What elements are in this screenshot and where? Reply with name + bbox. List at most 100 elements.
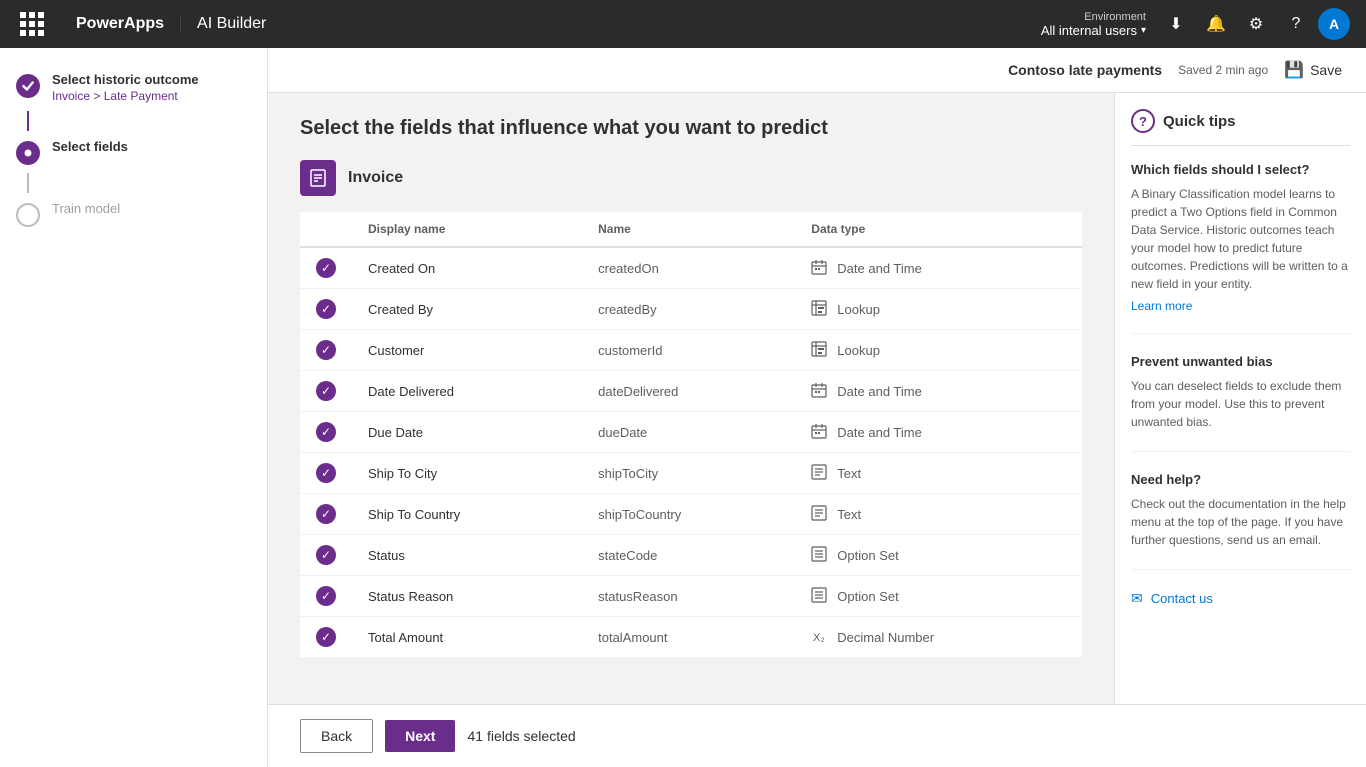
datatype-label: Date and Time [837, 384, 922, 399]
avatar[interactable]: A [1318, 8, 1350, 40]
top-navigation: PowerApps AI Builder Environment All int… [0, 0, 1366, 48]
datatype-label: Lookup [837, 302, 880, 317]
table-row[interactable]: ✓ Ship To Country shipToCountry Text [300, 494, 1082, 535]
step-2[interactable]: Select fields [0, 131, 267, 173]
row-display-name: Status Reason [352, 576, 582, 617]
footer: Back Next 41 fields selected [268, 704, 1366, 767]
waffle-menu[interactable] [12, 4, 52, 44]
datatype-icon [811, 464, 829, 483]
check-icon: ✓ [316, 586, 336, 606]
quick-tips-panel: ? Quick tips Which fields should I selec… [1114, 93, 1366, 704]
next-button[interactable]: Next [385, 720, 455, 752]
learn-more-link[interactable]: Learn more [1131, 299, 1350, 313]
back-button[interactable]: Back [300, 719, 373, 753]
download-icon[interactable]: ⬇ [1158, 6, 1194, 42]
datatype-label: Lookup [837, 343, 880, 358]
question-icon: ? [1131, 109, 1155, 133]
environment-selector[interactable]: Environment All internal users ▾ [1033, 11, 1154, 38]
save-label: Save [1310, 62, 1342, 78]
row-data-type: Option Set [795, 535, 1082, 576]
row-data-type: Date and Time [795, 412, 1082, 453]
step-1-link-latepayment[interactable]: Late Payment [104, 89, 178, 103]
settings-icon[interactable]: ⚙ [1238, 6, 1274, 42]
save-button[interactable]: 💾 Save [1284, 60, 1342, 80]
table-row[interactable]: ✓ Created By createdBy Lookup [300, 289, 1082, 330]
table-row[interactable]: ✓ Due Date dueDate Date and Time [300, 412, 1082, 453]
row-data-type: X₂ Decimal Number [795, 617, 1082, 658]
row-data-type: Text [795, 453, 1082, 494]
row-name: stateCode [582, 535, 795, 576]
invoice-icon [300, 160, 336, 196]
col-display-name: Display name [352, 212, 582, 247]
datatype-label: Option Set [837, 589, 898, 604]
row-check[interactable]: ✓ [300, 576, 352, 617]
step-1-separator: > [93, 89, 103, 103]
row-name: statusReason [582, 576, 795, 617]
step-1-circle [16, 74, 40, 98]
row-check[interactable]: ✓ [300, 412, 352, 453]
help-icon[interactable]: ? [1278, 6, 1314, 42]
datatype-icon [811, 587, 829, 606]
datatype-icon [811, 423, 829, 442]
step-1-link-invoice[interactable]: Invoice [52, 89, 90, 103]
datatype-icon [811, 341, 829, 360]
row-check[interactable]: ✓ [300, 494, 352, 535]
quick-tips-header: ? Quick tips [1131, 109, 1350, 146]
table-row[interactable]: ✓ Total Amount totalAmount X₂ Decimal Nu… [300, 617, 1082, 658]
row-check[interactable]: ✓ [300, 617, 352, 658]
contact-us-label: Contact us [1151, 591, 1213, 606]
aibuilder-label: AI Builder [181, 15, 282, 33]
table-row[interactable]: ✓ Customer customerId Lookup [300, 330, 1082, 371]
row-data-type: Text [795, 494, 1082, 535]
row-data-type: Lookup [795, 289, 1082, 330]
row-check[interactable]: ✓ [300, 371, 352, 412]
contact-us[interactable]: ✉ Contact us [1131, 590, 1350, 607]
check-icon: ✓ [316, 340, 336, 360]
fields-count: 41 fields selected [467, 728, 575, 744]
row-check[interactable]: ✓ [300, 330, 352, 371]
row-data-type: Date and Time [795, 247, 1082, 289]
page-title: Select the fields that influence what yo… [300, 117, 1082, 140]
step-1[interactable]: Select historic outcome Invoice > Late P… [0, 64, 267, 111]
table-row[interactable]: ✓ Status stateCode Option Set [300, 535, 1082, 576]
row-display-name: Created By [352, 289, 582, 330]
subheader: Contoso late payments Saved 2 min ago 💾 … [268, 48, 1366, 93]
row-display-name: Ship To City [352, 453, 582, 494]
row-display-name: Date Delivered [352, 371, 582, 412]
datatype-icon [811, 300, 829, 319]
row-check[interactable]: ✓ [300, 453, 352, 494]
step-3-circle [16, 203, 40, 227]
table-row[interactable]: ✓ Status Reason statusReason Option Set [300, 576, 1082, 617]
table-row[interactable]: ✓ Created On createdOn Date and Time [300, 247, 1082, 289]
row-check[interactable]: ✓ [300, 535, 352, 576]
datatype-label: Decimal Number [837, 630, 934, 645]
row-name: totalAmount [582, 617, 795, 658]
check-icon: ✓ [316, 258, 336, 278]
powerapps-logo[interactable]: PowerApps [60, 15, 181, 33]
tip-3-text: Check out the documentation in the help … [1131, 495, 1350, 549]
check-icon: ✓ [316, 463, 336, 483]
check-icon: ✓ [316, 504, 336, 524]
connector-1-2 [27, 111, 29, 131]
row-name: shipToCountry [582, 494, 795, 535]
datatype-label: Date and Time [837, 425, 922, 440]
check-icon: ✓ [316, 422, 336, 442]
step-2-content: Select fields [52, 139, 251, 154]
row-check[interactable]: ✓ [300, 247, 352, 289]
col-data-type: Data type [795, 212, 1082, 247]
fields-table: Display name Name Data type ✓ Created On… [300, 212, 1082, 658]
step-2-circle [16, 141, 40, 165]
tip-2-text: You can deselect fields to exclude them … [1131, 377, 1350, 431]
table-row[interactable]: ✓ Date Delivered dateDelivered Date and … [300, 371, 1082, 412]
notification-icon[interactable]: 🔔 [1198, 6, 1234, 42]
table-row[interactable]: ✓ Ship To City shipToCity Text [300, 453, 1082, 494]
quick-tips-title: Quick tips [1163, 113, 1236, 130]
row-data-type: Lookup [795, 330, 1082, 371]
step-3-title: Train model [52, 201, 251, 216]
saved-status: Saved 2 min ago [1178, 63, 1268, 77]
datatype-icon [811, 505, 829, 524]
datatype-label: Date and Time [837, 261, 922, 276]
row-check[interactable]: ✓ [300, 289, 352, 330]
col-check [300, 212, 352, 247]
row-data-type: Date and Time [795, 371, 1082, 412]
